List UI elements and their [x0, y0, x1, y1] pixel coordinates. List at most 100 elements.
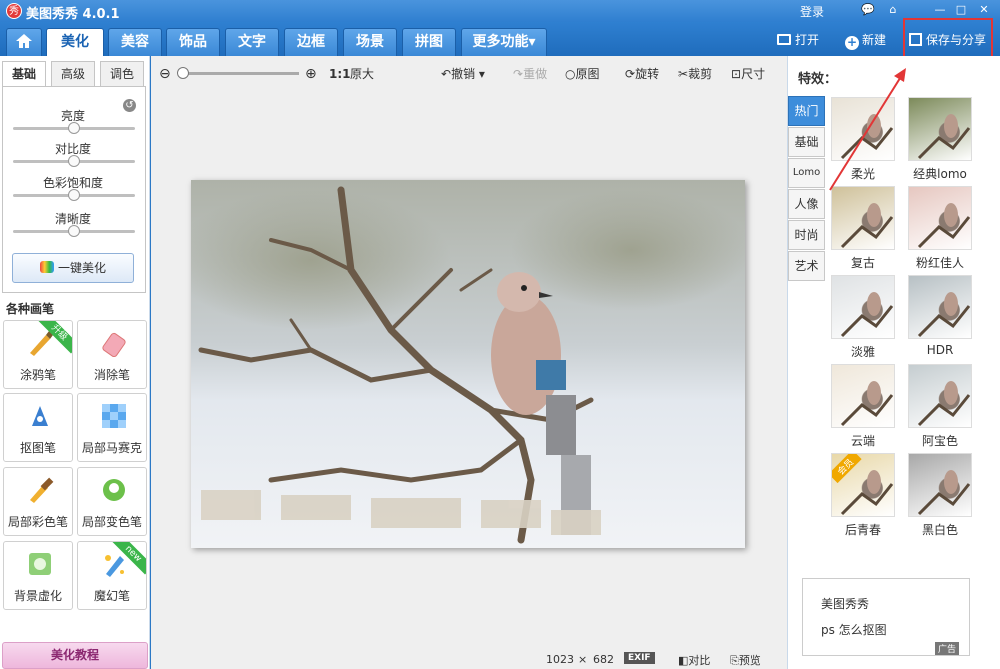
close-button[interactable]: ✕	[976, 3, 992, 18]
slider-thumb[interactable]	[68, 155, 80, 167]
effect-item[interactable]: 阿宝色	[908, 364, 974, 448]
scissors-icon: ✂	[678, 67, 689, 81]
slider-thumb[interactable]	[68, 189, 80, 201]
effect-item[interactable]: HDR	[908, 275, 974, 359]
zoom-thumb[interactable]	[177, 67, 189, 79]
brush-magic[interactable]: 魔幻笔 new	[77, 541, 147, 610]
effect-label: 黑白色	[921, 523, 958, 537]
one-click-beautify-button[interactable]: 一键美化	[12, 253, 134, 283]
undo-icon: ↶	[441, 67, 452, 81]
effect-tab-portrait[interactable]: 人像	[788, 189, 825, 219]
compare-label: 对比	[688, 654, 711, 667]
brush-eraser[interactable]: 消除笔	[77, 320, 147, 389]
effect-thumbnail	[831, 97, 895, 161]
subtab-color[interactable]: 调色	[100, 61, 144, 87]
ad-item[interactable]: 美图秀秀	[821, 595, 869, 612]
effect-item[interactable]: 会员 后青春	[831, 453, 897, 537]
brush-mosaic[interactable]: 局部马赛克	[77, 393, 147, 462]
eraser-icon	[100, 329, 128, 358]
effect-item[interactable]: 黑白色	[908, 453, 974, 537]
skin-icon[interactable]: ⌂	[885, 3, 901, 18]
photo-canvas[interactable]	[191, 180, 745, 548]
effect-item[interactable]: 经典lomo	[908, 97, 974, 181]
undo-button[interactable]: ↶撤销 ▾	[441, 66, 485, 82]
effect-tab-art[interactable]: 艺术	[788, 251, 825, 281]
resize-icon: ⊡	[731, 67, 742, 81]
feedback-icon[interactable]: 💬	[860, 3, 876, 18]
zoom-slider[interactable]	[177, 67, 299, 79]
tab-collage[interactable]: 拼图	[402, 28, 456, 56]
effect-label: 复古	[850, 256, 875, 270]
chevron-down-icon: ▾	[478, 67, 485, 81]
new-button[interactable]: + 新建	[845, 30, 886, 50]
brush-cutout[interactable]: 抠图笔	[3, 393, 73, 462]
effect-tab-fashion[interactable]: 时尚	[788, 220, 825, 250]
preview-label: 预览	[738, 654, 761, 667]
tab-more[interactable]: 更多功能▾	[461, 28, 547, 56]
tab-border[interactable]: 边框	[284, 28, 338, 56]
edit-toolbar: ⊖ ⊕ 1:1 原大 ↶撤销 ▾ ↷重做 ○原图 ⟳旋转 ✂裁剪 ⊡尺寸	[151, 56, 787, 90]
cutout-pen-icon	[26, 402, 54, 430]
brush-label: 背景虚化	[13, 589, 62, 603]
original-image-button[interactable]: ○原图	[565, 66, 600, 82]
zoom-ratio[interactable]: 1:1	[329, 66, 351, 82]
original-size-button[interactable]: 原大	[350, 66, 374, 82]
preview-button[interactable]: ⎘预览	[730, 652, 761, 668]
exif-button[interactable]: EXIF	[624, 652, 655, 664]
effect-tab-hot[interactable]: 热门	[788, 96, 825, 126]
effect-item[interactable]: 复古	[831, 186, 897, 270]
tab-beauty[interactable]: 美容	[108, 28, 162, 56]
effect-item[interactable]: 柔光	[831, 97, 897, 181]
subtab-advanced[interactable]: 高级	[51, 61, 95, 87]
contrast-slider[interactable]	[13, 155, 135, 167]
effect-thumbnail	[831, 275, 895, 339]
ad-box: 美图秀秀 ps 怎么抠图 广告	[802, 578, 970, 656]
maximize-button[interactable]: □	[953, 3, 969, 18]
effect-tab-lomo[interactable]: Lomo	[788, 158, 825, 188]
ad-item[interactable]: ps 怎么抠图	[821, 621, 887, 638]
tutorial-button[interactable]: 美化教程	[2, 642, 148, 669]
compare-button[interactable]: ◧对比	[678, 652, 710, 668]
effect-item[interactable]: 粉红佳人	[908, 186, 974, 270]
brush-color[interactable]: 局部彩色笔	[3, 467, 73, 536]
zoom-in-icon[interactable]: ⊕	[305, 66, 317, 82]
tab-text[interactable]: 文字	[225, 28, 279, 56]
resize-button[interactable]: ⊡尺寸	[731, 66, 765, 82]
redo-icon: ↷	[513, 67, 524, 81]
sharpness-slider[interactable]	[13, 225, 135, 237]
effect-tab-basic[interactable]: 基础	[788, 127, 825, 157]
effect-thumbnail	[831, 364, 895, 428]
brush-doodle[interactable]: 涂鸦笔 升级	[3, 320, 73, 389]
rotate-button[interactable]: ⟳旋转	[625, 66, 659, 82]
brush-recolor[interactable]: 局部变色笔	[77, 467, 147, 536]
tab-home[interactable]	[6, 28, 42, 56]
highlight-box	[903, 18, 993, 61]
compare-icon: ◧	[678, 654, 689, 667]
brush-label: 局部彩色笔	[7, 515, 68, 529]
effect-label: HDR	[926, 343, 954, 357]
zoom-out-icon[interactable]: ⊖	[159, 66, 171, 82]
brush-label: 局部马赛克	[81, 441, 142, 455]
login-link[interactable]: 登录	[800, 3, 824, 20]
brightness-slider[interactable]	[13, 122, 135, 134]
title-bar: 秀 美图秀秀 4.0.1 登录 💬 ⌂ — □ ✕	[0, 0, 1000, 22]
effect-label: 经典lomo	[913, 167, 967, 181]
slider-thumb[interactable]	[68, 225, 80, 237]
tab-beautify[interactable]: 美化	[46, 28, 104, 57]
effect-item[interactable]: 淡雅	[831, 275, 897, 359]
crop-button[interactable]: ✂裁剪	[678, 66, 712, 82]
saturation-slider[interactable]	[13, 189, 135, 201]
brush-bg-blur[interactable]: 背景虚化	[3, 541, 73, 610]
tab-scene[interactable]: 场景	[343, 28, 397, 56]
effect-thumbnail	[908, 453, 972, 517]
minimize-button[interactable]: —	[932, 3, 948, 18]
effect-thumbnail	[908, 97, 972, 161]
subtab-basic[interactable]: 基础	[2, 61, 46, 87]
tab-accessories[interactable]: 饰品	[166, 28, 220, 56]
redo-button[interactable]: ↷重做	[513, 66, 547, 82]
tab-more-label: 更多功能	[472, 34, 529, 50]
effect-item[interactable]: 云端	[831, 364, 897, 448]
slider-thumb[interactable]	[68, 122, 80, 134]
circle-icon: ○	[565, 67, 576, 81]
open-button[interactable]: 打开	[777, 30, 819, 50]
